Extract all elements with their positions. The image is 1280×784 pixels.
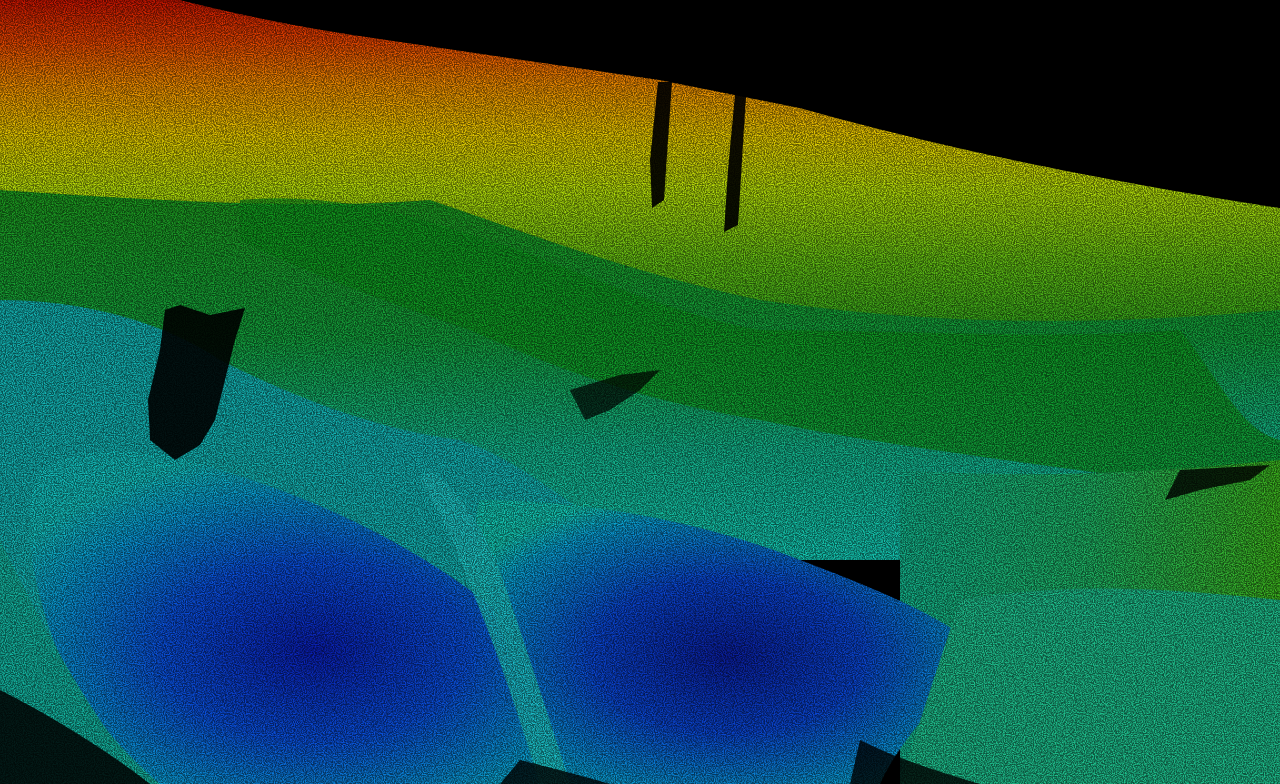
elevation-point-cloud: [0, 0, 1280, 784]
point-cloud-viewport[interactable]: [0, 0, 1280, 784]
